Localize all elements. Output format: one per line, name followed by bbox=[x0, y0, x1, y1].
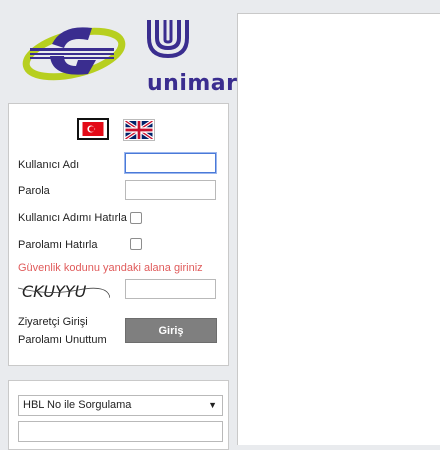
query-type-value: HBL No ile Sorgulama bbox=[23, 399, 132, 411]
login-panel: Kullanıcı Adı Parola Kullanıcı Adımı Hat… bbox=[8, 103, 229, 366]
guest-login-link[interactable]: Ziyaretçi Girişi bbox=[18, 316, 88, 328]
captcha-hint: Güvenlik kodunu yandaki alana giriniz bbox=[18, 262, 203, 274]
svg-text:CKUYYU: CKUYYU bbox=[22, 282, 87, 301]
username-label: Kullanıcı Adı bbox=[18, 159, 80, 171]
remember-password-label: Parolamı Hatırla bbox=[18, 239, 98, 251]
password-input[interactable] bbox=[125, 180, 216, 200]
brand-wordmark: unimar® bbox=[147, 71, 245, 96]
logo-u-mark-icon bbox=[147, 20, 189, 59]
flag-tr-icon bbox=[82, 122, 104, 136]
language-turkish-button[interactable] bbox=[77, 118, 109, 140]
brand-logo: unimar® bbox=[22, 16, 245, 96]
username-input[interactable] bbox=[125, 153, 216, 173]
query-panel: HBL No ile Sorgulama ▼ bbox=[8, 380, 229, 450]
captcha-image: CKUYYU bbox=[18, 282, 110, 301]
remember-username-label: Kullanıcı Adımı Hatırla bbox=[18, 212, 127, 224]
login-submit-button[interactable]: Giriş bbox=[125, 318, 217, 343]
main-content-area bbox=[237, 13, 440, 445]
flag-uk-icon bbox=[125, 121, 153, 139]
remember-username-checkbox[interactable] bbox=[130, 212, 142, 224]
logo-emblem-icon bbox=[22, 27, 126, 81]
captcha-input[interactable] bbox=[125, 279, 216, 299]
forgot-password-link[interactable]: Parolamı Unuttum bbox=[18, 334, 107, 346]
remember-password-checkbox[interactable] bbox=[130, 238, 142, 250]
dropdown-arrow-icon: ▼ bbox=[208, 400, 217, 410]
language-english-button[interactable] bbox=[123, 119, 155, 141]
password-label: Parola bbox=[18, 185, 50, 197]
query-type-select[interactable]: HBL No ile Sorgulama ▼ bbox=[18, 395, 223, 416]
query-input[interactable] bbox=[18, 421, 223, 442]
